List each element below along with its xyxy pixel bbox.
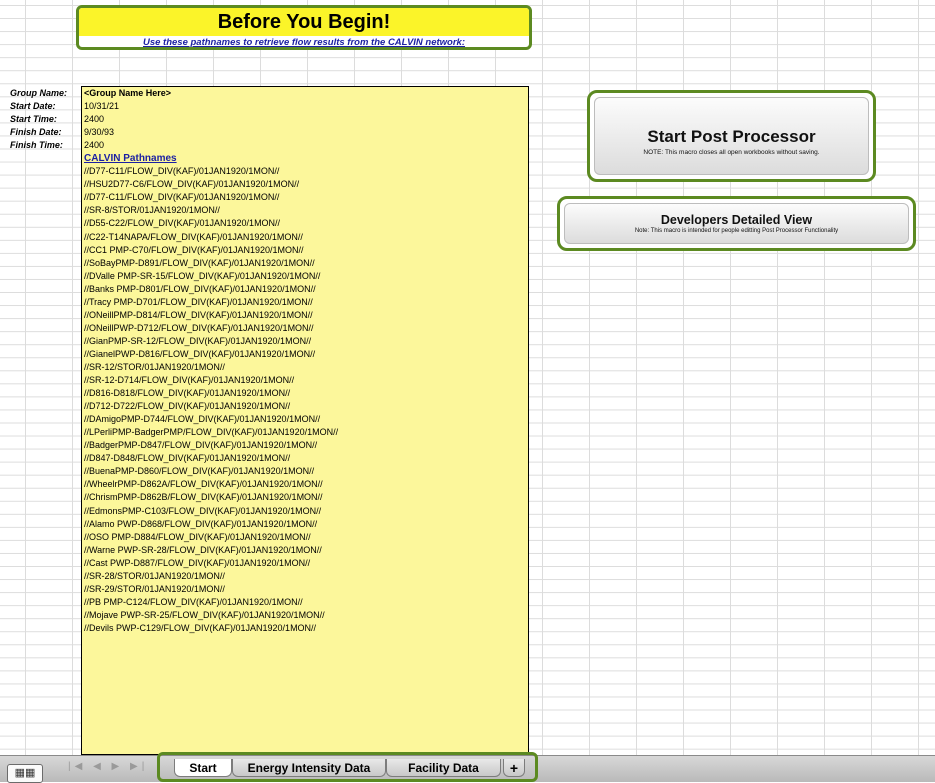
label-start-time: Start Time:: [10, 114, 57, 124]
pathname-cell[interactable]: //D55-C22/FLOW_DIV(KAF)/01JAN1920/1MON//: [82, 217, 528, 230]
pathname-cell[interactable]: //Warne PWP-SR-28/FLOW_DIV(KAF)/01JAN192…: [82, 544, 528, 557]
pathname-cell[interactable]: //Banks PMP-D801/FLOW_DIV(KAF)/01JAN1920…: [82, 283, 528, 296]
pathname-cell[interactable]: //SR-28/STOR/01JAN1920/1MON//: [82, 570, 528, 583]
sheet-tab-bar: ▦▦ |◀ ◀ ▶ ▶| Start Energy Intensity Data…: [0, 752, 935, 783]
pathname-cell[interactable]: //Mojave PWP-SR-25/FLOW_DIV(KAF)/01JAN19…: [82, 609, 528, 622]
pathname-cell[interactable]: //SR-8/STOR/01JAN1920/1MON//: [82, 204, 528, 217]
add-sheet-button[interactable]: +: [503, 759, 525, 777]
pathname-list: //D77-C11/FLOW_DIV(KAF)/01JAN1920/1MON//…: [82, 165, 528, 635]
start-time-cell[interactable]: 2400: [82, 113, 528, 126]
pathname-cell[interactable]: //GianPMP-SR-12/FLOW_DIV(KAF)/01JAN1920/…: [82, 335, 528, 348]
finish-date-cell[interactable]: 9/30/93: [82, 126, 528, 139]
dev-button-note: Note: This macro is intended for people …: [634, 228, 839, 234]
dev-button-title: Developers Detailed View: [660, 213, 813, 227]
start-button-note: NOTE: This macro closes all open workboo…: [643, 149, 820, 156]
title-banner: Before You Begin! Use these pathnames to…: [76, 5, 532, 50]
pathname-cell[interactable]: //SR-12-D714/FLOW_DIV(KAF)/01JAN1920/1MO…: [82, 374, 528, 387]
pathname-cell[interactable]: //OSO PMP-D884/FLOW_DIV(KAF)/01JAN1920/1…: [82, 531, 528, 544]
banner-title: Before You Begin!: [79, 8, 529, 36]
pathname-cell[interactable]: //DAmigoPMP-D744/FLOW_DIV(KAF)/01JAN1920…: [82, 413, 528, 426]
tab-energy-intensity-data[interactable]: Energy Intensity Data: [232, 759, 386, 777]
pathname-cell[interactable]: //D77-C11/FLOW_DIV(KAF)/01JAN1920/1MON//: [82, 191, 528, 204]
pathnames-header: CALVIN Pathnames: [84, 153, 177, 165]
banner-subtitle: Use these pathnames to retrieve flow res…: [142, 37, 466, 48]
pathname-cell[interactable]: //D77-C11/FLOW_DIV(KAF)/01JAN1920/1MON//: [82, 165, 528, 178]
pathname-cell[interactable]: //SR-29/STOR/01JAN1920/1MON//: [82, 583, 528, 596]
pathname-cell[interactable]: //GianelPWP-D816/FLOW_DIV(KAF)/01JAN1920…: [82, 348, 528, 361]
pathname-cell[interactable]: //C22-T14NAPA/FLOW_DIV(KAF)/01JAN1920/1M…: [82, 231, 528, 244]
pathname-cell[interactable]: //ONeillPMP-D814/FLOW_DIV(KAF)/01JAN1920…: [82, 309, 528, 322]
normal-view-icon[interactable]: ▦▦: [7, 764, 43, 783]
start-post-processor-button[interactable]: Start Post Processor NOTE: This macro cl…: [587, 90, 876, 182]
pathname-cell[interactable]: //Tracy PMP-D701/FLOW_DIV(KAF)/01JAN1920…: [82, 296, 528, 309]
pathname-cell[interactable]: //CC1 PMP-C70/FLOW_DIV(KAF)/01JAN1920/1M…: [82, 244, 528, 257]
pathname-cell[interactable]: //SoBayPMP-D891/FLOW_DIV(KAF)/01JAN1920/…: [82, 257, 528, 270]
pathname-cell[interactable]: //Alamo PWP-D868/FLOW_DIV(KAF)/01JAN1920…: [82, 518, 528, 531]
label-finish-date: Finish Date:: [10, 127, 62, 137]
tab-start[interactable]: Start: [174, 759, 232, 777]
pathname-cell[interactable]: //D847-D848/FLOW_DIV(KAF)/01JAN1920/1MON…: [82, 452, 528, 465]
sheet-nav-arrows[interactable]: |◀ ◀ ▶ ▶|: [68, 759, 152, 775]
sheet-tabs: Start Energy Intensity Data Facility Dat…: [157, 752, 538, 782]
pathname-cell[interactable]: //HSU2D77-C6/FLOW_DIV(KAF)/01JAN1920/1MO…: [82, 178, 528, 191]
pathname-cell[interactable]: //EdmonsPMP-C103/FLOW_DIV(KAF)/01JAN1920…: [82, 505, 528, 518]
start-post-processor-face[interactable]: Start Post Processor NOTE: This macro cl…: [594, 97, 869, 175]
label-finish-time: Finish Time:: [10, 140, 63, 150]
pathname-cell[interactable]: //WheelrPMP-D862A/FLOW_DIV(KAF)/01JAN192…: [82, 478, 528, 491]
pathname-cell[interactable]: //SR-12/STOR/01JAN1920/1MON//: [82, 361, 528, 374]
pathname-cell[interactable]: //Cast PWP-D887/FLOW_DIV(KAF)/01JAN1920/…: [82, 557, 528, 570]
developers-view-button[interactable]: Developers Detailed View Note: This macr…: [557, 196, 916, 251]
start-button-title: Start Post Processor: [647, 127, 816, 146]
start-date-cell[interactable]: 10/31/21: [82, 100, 528, 113]
pathname-cell[interactable]: //ChrismPMP-D862B/FLOW_DIV(KAF)/01JAN192…: [82, 491, 528, 504]
pathname-cell[interactable]: //ONeillPWP-D712/FLOW_DIV(KAF)/01JAN1920…: [82, 322, 528, 335]
pathname-cell[interactable]: //D712-D722/FLOW_DIV(KAF)/01JAN1920/1MON…: [82, 400, 528, 413]
pathname-cell[interactable]: //BuenaPMP-D860/FLOW_DIV(KAF)/01JAN1920/…: [82, 465, 528, 478]
tab-facility-data[interactable]: Facility Data: [386, 759, 501, 777]
pathname-cell[interactable]: //PB PMP-C124/FLOW_DIV(KAF)/01JAN1920/1M…: [82, 596, 528, 609]
label-group-name: Group Name:: [10, 88, 68, 98]
field-labels: Group Name: Start Date: Start Time: Fini…: [10, 87, 80, 152]
group-name-cell[interactable]: <Group Name Here>: [82, 87, 528, 100]
pathname-cell[interactable]: //Devils PWP-C129/FLOW_DIV(KAF)/01JAN192…: [82, 622, 528, 635]
developers-view-face[interactable]: Developers Detailed View Note: This macr…: [564, 203, 909, 244]
label-start-date: Start Date:: [10, 101, 56, 111]
finish-time-cell[interactable]: 2400: [82, 139, 528, 152]
pathname-cell[interactable]: //BadgerPMP-D847/FLOW_DIV(KAF)/01JAN1920…: [82, 439, 528, 452]
pathname-cell[interactable]: //LPerliPMP-BadgerPMP/FLOW_DIV(KAF)/01JA…: [82, 426, 528, 439]
pathname-cell[interactable]: //DValle PMP-SR-15/FLOW_DIV(KAF)/01JAN19…: [82, 270, 528, 283]
data-panel: <Group Name Here> 10/31/21 2400 9/30/93 …: [81, 86, 529, 755]
pathname-cell[interactable]: //D816-D818/FLOW_DIV(KAF)/01JAN1920/1MON…: [82, 387, 528, 400]
